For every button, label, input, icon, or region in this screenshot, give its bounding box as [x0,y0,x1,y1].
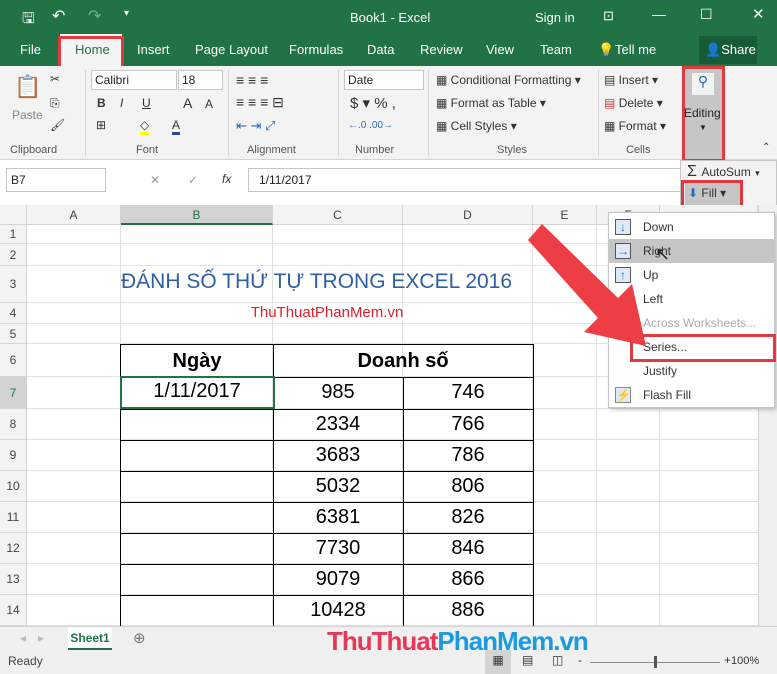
page-layout-view-icon[interactable]: ▤ [522,653,533,667]
status-bar: Ready ▦ ▤ ◫ - + 100% [0,650,777,674]
scroll-tabs-right-icon[interactable]: ▸ [38,631,44,645]
zoom-level: 100% [731,655,760,667]
zoom-out-button[interactable]: - [578,653,582,667]
arrow-shape [528,224,646,346]
add-sheet-icon[interactable]: ⊕ [133,629,146,647]
zoom-in-button[interactable]: + [724,653,731,667]
zoom-slider-thumb[interactable] [654,656,657,668]
sheet-tab[interactable]: Sheet1 [68,627,112,650]
normal-view-icon[interactable]: ▦ [485,650,511,674]
page-break-view-icon[interactable]: ◫ [552,653,563,667]
scroll-tabs-left-icon[interactable]: ◂ [20,631,26,645]
status-ready: Ready [8,654,43,668]
red-arrow [528,224,646,346]
sheet-tabs-bar: ◂ ▸ Sheet1 ⊕ ThuThuatPhanMem.vn [0,626,777,656]
